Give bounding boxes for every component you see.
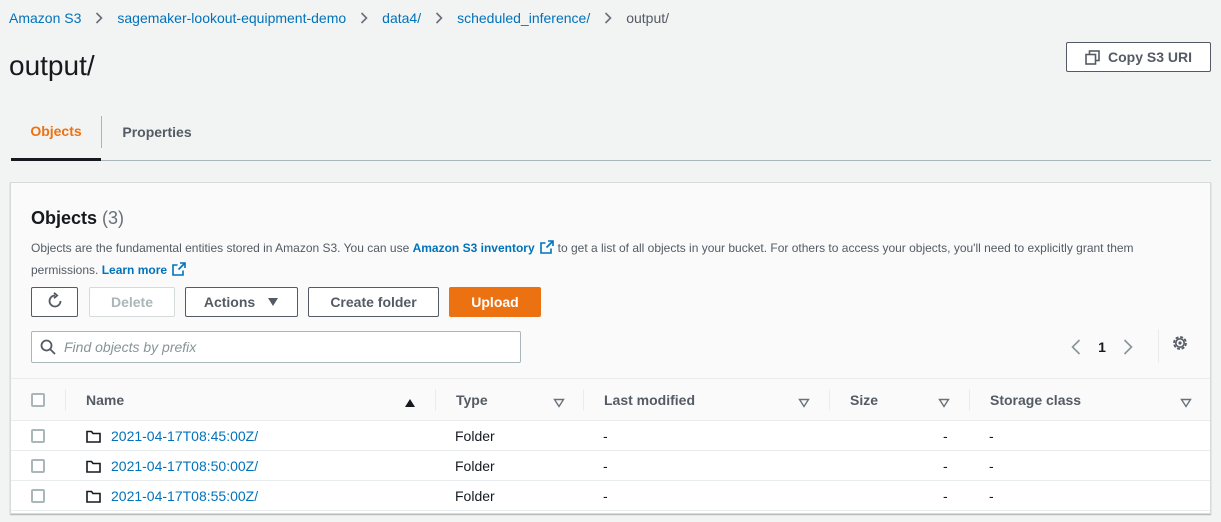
refresh-button[interactable]: [31, 287, 78, 317]
actions-label: Actions: [203, 294, 256, 310]
sort-ascending-icon[interactable]: [404, 395, 416, 411]
row-checkbox[interactable]: [31, 489, 45, 503]
panel-title-text: Objects: [31, 208, 98, 228]
table-row[interactable]: 2021-04-17T08:55:00Z/ Folder - - -: [11, 481, 1210, 511]
breadcrumb-data4[interactable]: data4/: [382, 10, 421, 26]
panel-description: Objects are the fundamental entities sto…: [31, 238, 1191, 282]
column-header-last-modified[interactable]: Last modified: [604, 379, 695, 421]
copy-icon: [1085, 49, 1100, 65]
storage-class-cell: -: [989, 428, 994, 444]
chevron-right-icon: [81, 12, 117, 24]
actions-dropdown[interactable]: Actions: [185, 287, 298, 317]
table-row[interactable]: 2021-04-17T08:50:00Z/ Folder - - -: [11, 451, 1210, 481]
size-cell: -: [943, 428, 948, 444]
column-separator: [829, 389, 830, 411]
object-link[interactable]: 2021-04-17T08:55:00Z/: [111, 488, 258, 504]
column-header-type[interactable]: Type: [456, 379, 488, 421]
type-cell: Folder: [455, 488, 495, 504]
sort-icon[interactable]: [553, 395, 565, 411]
row-checkbox-cell: [31, 451, 45, 481]
table-header: Name Type Last modified Size Storage cla…: [11, 379, 1210, 421]
breadcrumb-scheduled-inference[interactable]: scheduled_inference/: [457, 10, 590, 26]
column-header-storage-class[interactable]: Storage class: [990, 379, 1081, 421]
sort-icon[interactable]: [798, 395, 810, 411]
type-cell: Folder: [455, 458, 495, 474]
last-modified-cell: -: [603, 428, 608, 444]
row-checkbox-cell: [31, 421, 45, 451]
last-modified-cell: -: [603, 458, 608, 474]
search-icon: [40, 339, 56, 355]
tab-bar: Objects Properties: [11, 104, 1211, 161]
row-checkbox-cell: [31, 481, 45, 511]
search-box[interactable]: [31, 331, 521, 363]
gear-icon[interactable]: [1171, 334, 1189, 357]
storage-class-cell: -: [989, 458, 994, 474]
row-checkbox[interactable]: [31, 429, 45, 443]
pagination: 1: [1066, 333, 1138, 361]
column-header-size[interactable]: Size: [850, 379, 878, 421]
sort-icon[interactable]: [1180, 395, 1192, 411]
last-modified-cell: -: [603, 488, 608, 504]
select-all-checkbox[interactable]: [31, 393, 45, 407]
name-cell: 2021-04-17T08:55:00Z/: [86, 481, 258, 511]
copy-s3-uri-label: Copy S3 URI: [1107, 49, 1192, 65]
size-cell: -: [943, 488, 948, 504]
column-separator: [969, 389, 970, 411]
copy-s3-uri-button[interactable]: Copy S3 URI: [1066, 42, 1211, 72]
column-separator: [65, 389, 66, 411]
pagination-divider: [1158, 329, 1159, 363]
create-folder-button[interactable]: Create folder: [308, 287, 439, 317]
chevron-right-icon: [590, 12, 626, 24]
description-text: Objects are the fundamental entities sto…: [31, 241, 410, 255]
refresh-icon: [46, 291, 64, 313]
external-link-icon[interactable]: [539, 240, 554, 260]
size-cell: -: [943, 458, 948, 474]
folder-icon: [86, 460, 101, 473]
page-number[interactable]: 1: [1086, 339, 1118, 355]
panel-title: Objects (3): [31, 208, 124, 229]
column-separator: [435, 389, 436, 411]
external-link-icon[interactable]: [172, 262, 186, 282]
name-cell: 2021-04-17T08:45:00Z/: [86, 421, 258, 451]
sort-icon[interactable]: [938, 395, 950, 411]
tab-properties[interactable]: Properties: [102, 104, 212, 160]
name-cell: 2021-04-17T08:50:00Z/: [86, 451, 258, 481]
search-input[interactable]: [64, 339, 504, 355]
objects-panel: Objects (3) Objects are the fundamental …: [10, 182, 1211, 514]
objects-table: Name Type Last modified Size Storage cla…: [11, 379, 1210, 511]
chevron-right-icon: [421, 12, 457, 24]
column-separator: [583, 389, 584, 411]
column-header-name[interactable]: Name: [86, 379, 124, 421]
select-all-checkbox-cell: [31, 379, 45, 421]
storage-class-cell: -: [989, 488, 994, 504]
chevron-right-icon: [346, 12, 382, 24]
object-link[interactable]: 2021-04-17T08:50:00Z/: [111, 458, 258, 474]
upload-button[interactable]: Upload: [449, 287, 541, 317]
tab-objects[interactable]: Objects: [11, 104, 101, 161]
folder-icon: [86, 430, 101, 443]
table-row[interactable]: 2021-04-17T08:45:00Z/ Folder - - -: [11, 421, 1210, 451]
object-link[interactable]: 2021-04-17T08:45:00Z/: [111, 428, 258, 444]
chevron-left-icon[interactable]: [1066, 339, 1086, 355]
learn-more-link[interactable]: Learn more: [102, 263, 167, 277]
breadcrumb: Amazon S3 sagemaker-lookout-equipment-de…: [9, 9, 669, 27]
row-checkbox[interactable]: [31, 459, 45, 473]
chevron-right-icon[interactable]: [1118, 339, 1138, 355]
breadcrumb-bucket[interactable]: sagemaker-lookout-equipment-demo: [117, 10, 346, 26]
delete-button[interactable]: Delete: [89, 287, 175, 317]
breadcrumb-current: output/: [626, 10, 670, 26]
object-count: (3): [102, 208, 125, 228]
breadcrumb-amazon-s3[interactable]: Amazon S3: [9, 10, 81, 26]
folder-icon: [86, 490, 101, 503]
type-cell: Folder: [455, 428, 495, 444]
inventory-link[interactable]: Amazon S3 inventory: [413, 241, 535, 255]
page-title: output/: [9, 50, 95, 81]
caret-down-icon: [267, 294, 279, 310]
